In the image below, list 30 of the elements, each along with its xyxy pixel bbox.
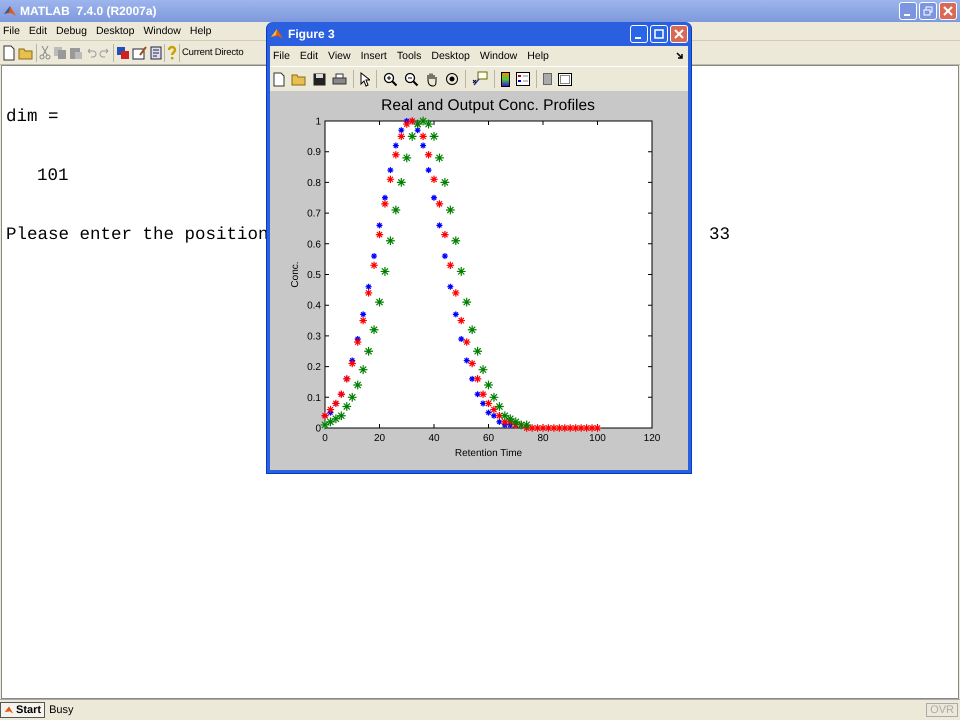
y-tick-label: 0.7 xyxy=(307,208,321,220)
prompt-text: Please enter the position xyxy=(6,225,269,245)
x-axis-label: Retention Time xyxy=(454,448,522,459)
y-tick-label: 0.2 xyxy=(307,362,321,374)
x-tick-label: 100 xyxy=(589,433,606,444)
y-axis-label: Conc. xyxy=(290,261,301,288)
y-tick-label: 0.9 xyxy=(307,147,321,158)
x-tick-label: 0 xyxy=(322,433,328,444)
y-tick-label: 0.5 xyxy=(307,270,321,281)
y-tick-label: 1 xyxy=(315,116,321,128)
x-tick-label: 60 xyxy=(482,433,494,444)
output-value: 101 xyxy=(37,166,69,186)
y-tick-label: 0.6 xyxy=(307,239,321,250)
window-title: MATLAB 7.4.0 (R2007a) xyxy=(20,4,156,18)
figure-title: Figure 3 xyxy=(288,27,335,41)
chart-title: Real and Output Conc. Profiles xyxy=(381,97,595,114)
overwrite-indicator: OVR xyxy=(926,703,958,717)
y-tick-label: 0.3 xyxy=(307,331,321,342)
typed-response: 33 xyxy=(709,225,730,245)
x-tick-label: 20 xyxy=(374,433,386,444)
variable-name: dim = xyxy=(6,107,59,127)
current-directory-label: Current Directo xyxy=(182,47,244,58)
x-tick-label: 120 xyxy=(644,433,660,444)
y-tick-label: 0.4 xyxy=(307,300,321,312)
status-text: Busy xyxy=(49,704,74,716)
y-tick-label: 0.8 xyxy=(307,178,321,189)
y-tick-label: 0.1 xyxy=(307,392,321,404)
x-tick-label: 80 xyxy=(537,433,549,444)
y-tick-label: 0 xyxy=(315,424,321,434)
x-tick-label: 40 xyxy=(428,433,440,444)
